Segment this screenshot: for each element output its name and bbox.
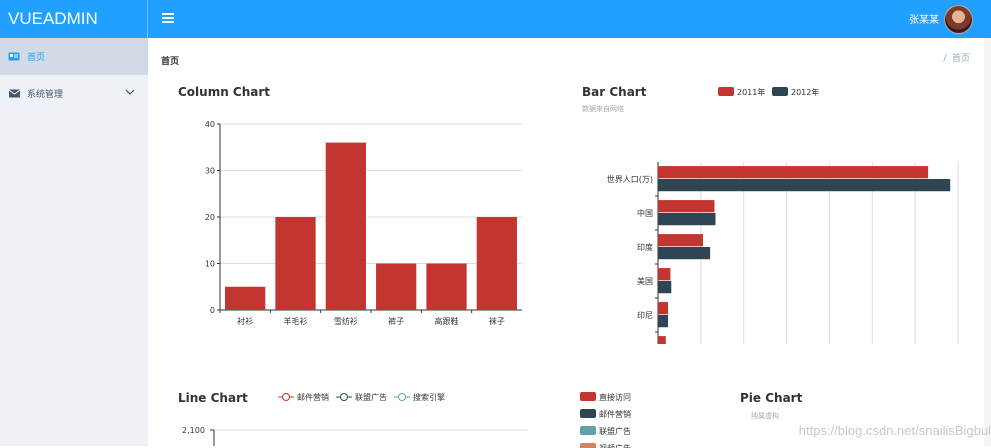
legend-label: 联盟广告 [599, 426, 631, 436]
envelope-icon [8, 89, 20, 99]
legend-label: 2012年 [791, 87, 819, 97]
x-tick-label: 裤子 [388, 316, 404, 326]
legend-label: 邮件营销 [297, 392, 329, 402]
bar [658, 302, 669, 315]
column-chart: 0 10 20 30 40 衬衫 羊毛衫 雪纺衫 裤子 高跟鞋 袜子 [205, 120, 522, 326]
legend-swatch [718, 87, 734, 96]
y-tick-label: 世界人口(万) [607, 174, 653, 184]
bar [658, 247, 711, 260]
y-tick-label: 中国 [637, 208, 653, 218]
avatar[interactable] [944, 5, 973, 34]
y-tick-label: 印度 [637, 242, 653, 252]
chevron-down-icon[interactable] [125, 87, 135, 98]
bar [225, 286, 266, 310]
line-chart-legend: 邮件营销 联盟广告 搜索引擎 [278, 392, 445, 402]
menu-toggle-icon[interactable] [162, 13, 174, 25]
bar-chart: 2011年2012年0100,000200,000300,000400,0005… [607, 87, 959, 344]
legend-label: 直接访问 [599, 392, 631, 402]
bar [658, 234, 703, 247]
legend-swatch [580, 409, 596, 418]
sidebar-item-home[interactable]: 首页 [0, 38, 148, 75]
sidebar-item-label: 首页 [27, 53, 46, 63]
app-logo[interactable]: VUEADMIN [0, 0, 148, 38]
bar [426, 263, 467, 310]
watermark: https://blog.csdn.net/snailisBigbul [798, 423, 991, 438]
id-card-icon [8, 52, 20, 62]
breadcrumb-separator: / [943, 54, 952, 64]
bar [658, 315, 669, 328]
page-title: 首页 [161, 57, 180, 67]
column-chart-title: Column Chart [178, 85, 271, 99]
y-tick-label: 30 [205, 167, 215, 176]
legend-swatch [772, 87, 788, 96]
pie-chart-subtitle: 纯属虚构 [751, 412, 779, 420]
bar [275, 217, 316, 310]
bar [658, 166, 929, 179]
legend-label: 邮件营销 [599, 409, 631, 419]
bar [658, 179, 951, 192]
legend-marker [398, 393, 406, 401]
sidebar-item-label: 系统管理 [27, 90, 64, 100]
x-tick-label: 袜子 [489, 316, 505, 326]
scrollbar[interactable] [984, 38, 991, 446]
legend-label: 联盟广告 [355, 392, 387, 402]
bar [325, 142, 366, 310]
x-tick-label: 高跟鞋 [435, 316, 459, 326]
y-tick-label: 印尼 [637, 311, 653, 320]
legend-label: 搜索引擎 [413, 392, 445, 402]
y-tick-label: 美国 [637, 276, 653, 286]
y-tick-label: 10 [205, 260, 215, 269]
user-name[interactable]: 张某某 [909, 11, 939, 26]
bar [658, 213, 716, 226]
x-tick-label: 衬衫 [237, 316, 253, 326]
bar [658, 281, 672, 294]
legend-swatch [580, 426, 596, 435]
breadcrumb: / 首页 [943, 51, 970, 64]
sidebar-item-system[interactable]: 系统管理 [0, 75, 148, 112]
bar [658, 268, 671, 281]
bar [476, 217, 517, 310]
bar [376, 263, 417, 310]
bar [658, 336, 666, 344]
y-tick-label: 20 [205, 213, 215, 222]
line-chart: 2,100 [182, 426, 528, 446]
y-tick-label: 2,100 [182, 426, 205, 435]
x-tick-label: 雪纺衫 [334, 316, 358, 326]
main-content: 首页 / 首页 Column Chart 0 10 20 30 40 衬衫 羊毛衫 雪纺衫 裤子… [148, 38, 991, 448]
pie-chart-title: Pie Chart [740, 391, 803, 405]
pie-chart-legend: 直接访问邮件营销联盟广告视频广告 [580, 392, 631, 448]
x-tick-label: 羊毛衫 [284, 316, 308, 326]
legend-marker [340, 393, 348, 401]
legend-marker [282, 393, 290, 401]
legend-swatch [580, 392, 596, 401]
bar [658, 200, 715, 213]
top-bar: VUEADMIN 张某某 [0, 0, 991, 38]
y-tick-label: 0 [210, 306, 215, 315]
line-chart-title: Line Chart [178, 391, 248, 405]
legend-label: 2011年 [737, 87, 765, 97]
y-tick-label: 40 [205, 120, 215, 129]
breadcrumb-item[interactable]: 首页 [952, 54, 970, 64]
sidebar: 首页 系统管理 [0, 38, 148, 446]
